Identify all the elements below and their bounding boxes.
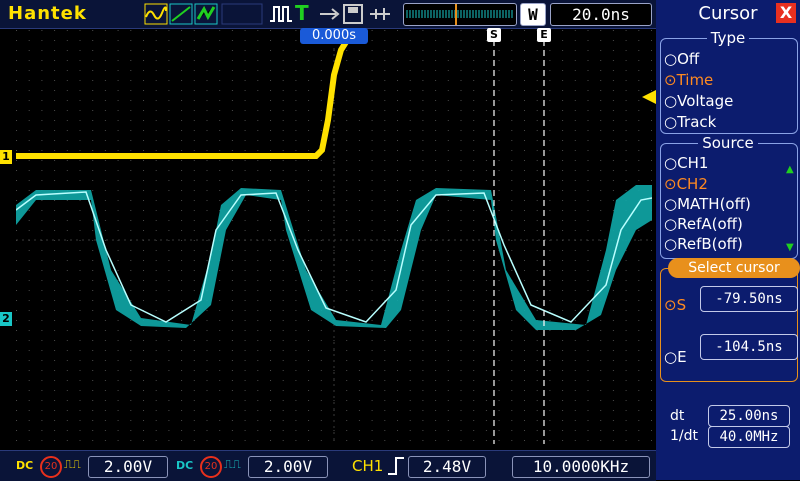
waveform-mode-icons [144,3,263,25]
memory-position-bar[interactable] [403,3,517,26]
type-option-off[interactable]: ○Off [664,50,699,68]
radio-icon: ○ [664,195,678,213]
rising-edge-icon [388,457,404,475]
bottom-status-bar: DC 20 ⎍⎍ 2.00V DC 20 ⎍⎍ 2.00V CH1 2.48V … [0,450,656,481]
ch1-bw-limit-badge: 20 [40,456,62,478]
radio-icon: ○ [664,113,678,131]
cursor-s-value[interactable]: -79.50ns [700,286,798,312]
ch1-level-marker[interactable]: 1 [0,150,12,164]
source-option-ch2[interactable]: ⊙CH2 [664,175,708,193]
cursor-e-value[interactable]: -104.5ns [700,334,798,360]
cursor-s-marker[interactable]: S [487,28,501,42]
ch1-scale-readout[interactable]: 2.00V [88,456,168,478]
ch2-scale-readout[interactable]: 2.00V [248,456,328,478]
cursor-s-option[interactable]: ⊙S [664,296,686,314]
waveform-display[interactable] [16,30,652,444]
source-option-refb[interactable]: ○RefB(off) [664,235,743,253]
source-option-math[interactable]: ○MATH(off) [664,195,751,213]
autoset-icon [320,8,340,20]
cursor-menu-panel: Cursor X Type ○Off ⊙Time ○Voltage ○Track… [656,0,800,480]
run-pulse-icon [270,6,292,22]
trigger-status-flag: T [295,1,309,25]
ch2-bw-limit-badge: 20 [200,456,222,478]
inverse-dt-value: 40.0MHz [708,426,790,448]
trigger-level-arrow-icon[interactable] [642,90,656,104]
radio-icon: ○ [664,154,678,172]
source-option-refa[interactable]: ○RefA(off) [664,215,743,233]
frequency-readout: 10.0000KHz [512,456,650,478]
acq-mode-letter[interactable]: W [520,3,546,26]
dt-value: 25.00ns [708,405,790,427]
ch2-coupling: DC [176,459,194,472]
radio-selected-icon: ⊙ [664,296,677,314]
trigger-source: CH1 [352,457,384,475]
cursor-e-option[interactable]: ○E [664,348,687,366]
select-cursor-title: Select cursor [668,258,800,278]
ch2-probe-icon: ⎍⎍ [224,457,241,471]
scroll-up-icon[interactable]: ▲ [786,164,794,175]
close-icon[interactable]: X [776,3,796,23]
ch1-coupling: DC [16,459,34,472]
ch1-probe-icon: ⎍⎍ [64,457,81,471]
ch2-level-marker[interactable]: 2 [0,312,12,326]
source-group-title: Source [698,134,758,152]
type-option-voltage[interactable]: ○Voltage [664,92,733,110]
radio-icon: ○ [664,215,678,233]
trigger-time-label: 0.000s [300,28,368,44]
timebase-readout[interactable]: 20.0ns [550,3,652,26]
type-option-track[interactable]: ○Track [664,113,716,131]
save-icon [343,4,363,24]
usb-icon [370,8,390,20]
source-option-ch1[interactable]: ○CH1 [664,154,708,172]
trigger-level-readout[interactable]: 2.48V [408,456,486,478]
radio-icon: ○ [664,235,678,253]
radio-selected-icon: ⊙ [664,175,677,193]
radio-icon: ○ [664,92,678,110]
inverse-dt-label: 1/dt [670,428,698,444]
radio-icon: ○ [664,50,678,68]
type-option-time[interactable]: ⊙Time [664,71,713,89]
cursor-e-marker[interactable]: E [537,28,551,42]
type-group-title: Type [706,29,750,47]
radio-selected-icon: ⊙ [664,71,677,89]
scroll-down-icon[interactable]: ▼ [786,242,794,253]
toolbar-icons[interactable] [318,3,398,25]
radio-icon: ○ [664,348,678,366]
top-status-bar: Hantek T W 20.0ns [0,0,656,29]
dt-label: dt [670,408,685,424]
brand-logo: Hantek [8,3,87,24]
